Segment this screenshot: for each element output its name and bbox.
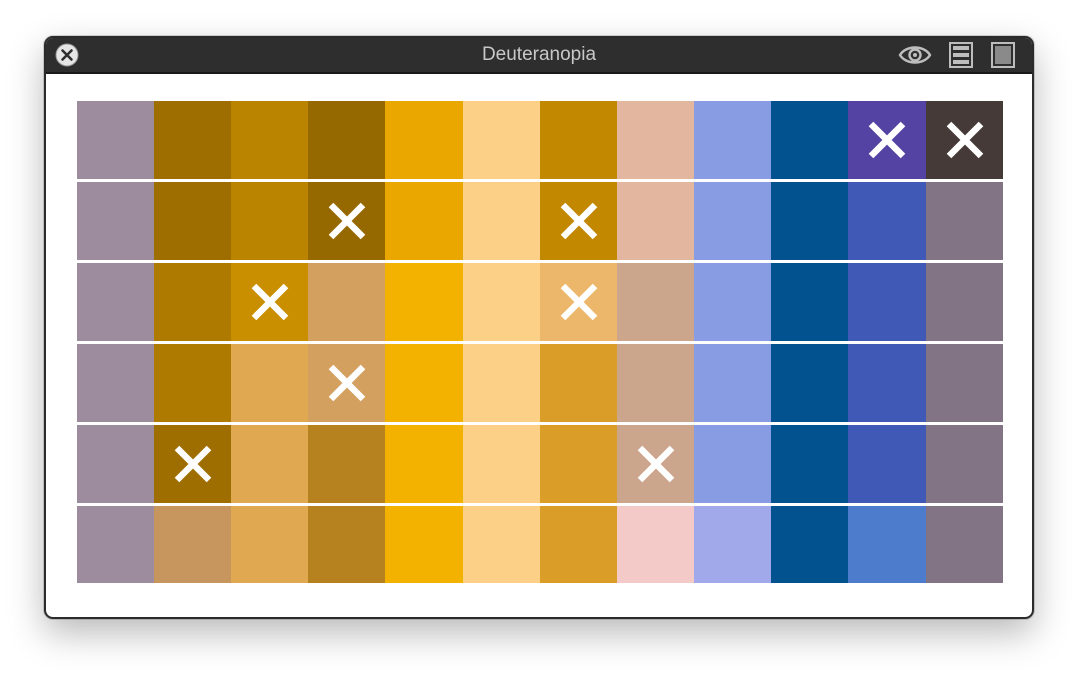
swatch-cell[interactable]: [771, 263, 848, 341]
swatch-cell[interactable]: [771, 182, 848, 260]
swatch-cell[interactable]: [926, 344, 1003, 422]
swatch-cell[interactable]: [463, 506, 540, 583]
swatch-cell[interactable]: [926, 263, 1003, 341]
x-mark-icon: [174, 445, 211, 483]
single-view-button[interactable]: [990, 42, 1016, 68]
row-divider: [77, 341, 1003, 344]
swatch-cell[interactable]: [771, 506, 848, 583]
list-view-button[interactable]: [948, 42, 974, 68]
simulation-toggle-button[interactable]: [898, 42, 932, 68]
x-mark-icon: [251, 283, 288, 321]
swatch-cell[interactable]: [617, 263, 694, 341]
swatch-cell[interactable]: [926, 101, 1003, 179]
swatch-cell[interactable]: [463, 344, 540, 422]
row-divider: [77, 179, 1003, 182]
swatch-cell[interactable]: [617, 425, 694, 503]
swatch-cell[interactable]: [540, 182, 617, 260]
swatch-cell[interactable]: [154, 101, 231, 179]
swatch-cell[interactable]: [308, 182, 385, 260]
title-bar[interactable]: Deuteranopia: [46, 38, 1032, 74]
swatch-cell[interactable]: [385, 263, 463, 341]
swatch-cell[interactable]: [231, 101, 308, 179]
swatch-cell[interactable]: [848, 101, 926, 179]
swatch-cell[interactable]: [848, 425, 926, 503]
swatch-cell[interactable]: [231, 344, 308, 422]
swatch-cell[interactable]: [540, 101, 617, 179]
swatch-cell[interactable]: [694, 344, 771, 422]
swatch-cell[interactable]: [848, 182, 926, 260]
swatch-cell[interactable]: [694, 506, 771, 583]
swatch-cell[interactable]: [926, 182, 1003, 260]
swatch-cell[interactable]: [77, 182, 154, 260]
color-swatch-grid: [77, 101, 1003, 583]
swatch-cell[interactable]: [308, 263, 385, 341]
swatch-cell[interactable]: [617, 506, 694, 583]
window-title: Deuteranopia: [481, 44, 597, 65]
swatch-cell[interactable]: [926, 506, 1003, 583]
swatch-cell[interactable]: [617, 182, 694, 260]
swatch-cell[interactable]: [154, 506, 231, 583]
swatch-cell[interactable]: [926, 425, 1003, 503]
swatch-cell[interactable]: [154, 182, 231, 260]
x-mark-icon: [868, 121, 906, 159]
swatch-cell[interactable]: [540, 263, 617, 341]
swatch-cell[interactable]: [308, 101, 385, 179]
swatch-cell[interactable]: [463, 263, 540, 341]
x-mark-icon: [946, 121, 983, 159]
swatch-cell[interactable]: [308, 344, 385, 422]
swatch-cell[interactable]: [617, 101, 694, 179]
x-mark-icon: [328, 364, 365, 402]
deuteranopia-window: Deuteranopia: [44, 36, 1034, 619]
x-mark-icon: [637, 445, 674, 483]
swatch-cell[interactable]: [771, 425, 848, 503]
swatch-cell[interactable]: [694, 101, 771, 179]
swatch-cell[interactable]: [77, 101, 154, 179]
swatch-cell[interactable]: [77, 263, 154, 341]
swatch-cell[interactable]: [848, 263, 926, 341]
row-divider: [77, 260, 1003, 263]
swatch-cell[interactable]: [385, 344, 463, 422]
swatch-cell[interactable]: [540, 506, 617, 583]
x-mark-icon: [560, 283, 597, 321]
swatch-cell[interactable]: [385, 506, 463, 583]
swatch-cell[interactable]: [463, 425, 540, 503]
swatch-cell[interactable]: [694, 425, 771, 503]
swatch-cell[interactable]: [694, 182, 771, 260]
x-mark-icon: [560, 202, 597, 240]
swatch-cell[interactable]: [231, 506, 308, 583]
swatch-cell[interactable]: [540, 425, 617, 503]
swatch-cell[interactable]: [154, 425, 231, 503]
swatch-cell[interactable]: [231, 182, 308, 260]
swatch-cell[interactable]: [694, 263, 771, 341]
swatch-cell[interactable]: [231, 425, 308, 503]
swatch-cell[interactable]: [77, 344, 154, 422]
swatch-cell[interactable]: [385, 101, 463, 179]
swatch-cell[interactable]: [463, 101, 540, 179]
swatch-cell[interactable]: [308, 506, 385, 583]
swatch-cell[interactable]: [77, 506, 154, 583]
eye-icon: [898, 46, 932, 64]
swatch-cell[interactable]: [617, 344, 694, 422]
swatch-cell[interactable]: [231, 263, 308, 341]
row-divider: [77, 422, 1003, 425]
swatch-cell[interactable]: [154, 344, 231, 422]
row-divider: [77, 503, 1003, 506]
swatch-cell[interactable]: [385, 182, 463, 260]
swatch-cell[interactable]: [154, 263, 231, 341]
swatch-cell[interactable]: [463, 182, 540, 260]
swatch-cell[interactable]: [308, 425, 385, 503]
swatch-cell[interactable]: [385, 425, 463, 503]
square-icon: [991, 42, 1015, 68]
swatch-cell[interactable]: [848, 506, 926, 583]
swatch-cell[interactable]: [771, 344, 848, 422]
swatch-cell[interactable]: [77, 425, 154, 503]
swatch-cell[interactable]: [848, 344, 926, 422]
x-mark-icon: [328, 202, 365, 240]
swatch-cell[interactable]: [771, 101, 848, 179]
list-icon: [949, 42, 973, 68]
swatch-cell[interactable]: [540, 344, 617, 422]
